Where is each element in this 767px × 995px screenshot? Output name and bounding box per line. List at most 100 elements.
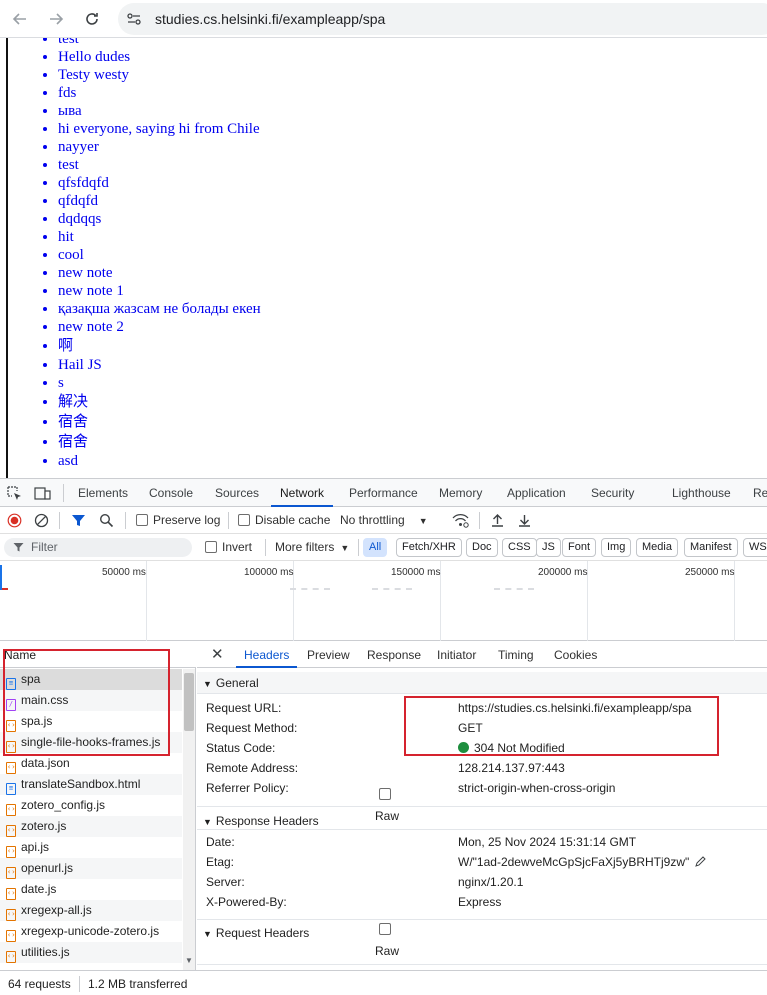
chip-fetch-xhr[interactable]: Fetch/XHR bbox=[396, 538, 462, 557]
request-row[interactable]: ‹› api.js bbox=[0, 837, 182, 858]
tab-lighthouse[interactable]: Lighthouse bbox=[672, 479, 731, 507]
address-bar[interactable]: studies.cs.helsinki.fi/exampleapp/spa bbox=[118, 3, 767, 35]
tab-memory[interactable]: Memory bbox=[439, 479, 482, 507]
request-name: zotero_config.js bbox=[21, 798, 106, 812]
chip-manifest[interactable]: Manifest bbox=[684, 538, 738, 557]
chip-img[interactable]: Img bbox=[601, 538, 632, 557]
close-icon[interactable]: ✕ bbox=[211, 645, 224, 663]
raw-response-checkbox[interactable] bbox=[379, 788, 391, 800]
js-file-icon: ‹› bbox=[6, 951, 16, 963]
js-file-icon: ‹› bbox=[6, 930, 16, 942]
header-value: nginx/1.20.1 bbox=[458, 875, 524, 889]
request-row[interactable]: ‹› zotero_config.js bbox=[0, 795, 182, 816]
divider bbox=[79, 976, 80, 992]
chip-media[interactable]: Media bbox=[636, 538, 678, 557]
section-general[interactable]: ▼ General bbox=[197, 672, 767, 694]
tab-cookies[interactable]: Cookies bbox=[554, 642, 597, 668]
chip-js[interactable]: JS bbox=[536, 538, 561, 557]
request-row[interactable]: ‹› data.json bbox=[0, 753, 182, 774]
request-row[interactable]: ≡ translateSandbox.html bbox=[0, 774, 182, 795]
header-key: Remote Address: bbox=[206, 761, 299, 775]
request-row[interactable]: ‹› date.js bbox=[0, 879, 182, 900]
more-filters-label: More filters bbox=[275, 540, 335, 554]
section-request-headers[interactable]: ▼ Request Headers bbox=[197, 922, 767, 950]
disable-cache-checkbox[interactable]: Disable cache bbox=[238, 512, 330, 529]
chip-css[interactable]: CSS bbox=[502, 538, 537, 557]
doc-file-icon: ≡ bbox=[6, 783, 16, 795]
preserve-log-checkbox[interactable]: Preserve log bbox=[136, 512, 220, 529]
arrow-right-icon bbox=[50, 13, 64, 25]
edit-pencil-icon[interactable] bbox=[695, 856, 706, 867]
chip-all[interactable]: All bbox=[363, 538, 388, 557]
back-button[interactable] bbox=[8, 7, 32, 31]
section-request-title: Request Headers bbox=[215, 926, 310, 940]
request-row[interactable]: ‹› single-file-hooks-frames.js bbox=[0, 732, 182, 753]
clear-icon[interactable] bbox=[34, 513, 49, 528]
note-item: test bbox=[58, 156, 767, 174]
scrollbar-thumb[interactable] bbox=[184, 673, 194, 731]
request-row[interactable]: ‹› utilities.js bbox=[0, 942, 182, 963]
request-name: xregexp-unicode-zotero.js bbox=[21, 924, 160, 938]
chip-doc[interactable]: Doc bbox=[466, 538, 498, 557]
js-file-icon: ‹› bbox=[6, 846, 16, 858]
timeline-request-bar bbox=[0, 565, 2, 590]
site-settings-icon[interactable] bbox=[126, 11, 142, 27]
import-har-icon[interactable] bbox=[490, 513, 505, 528]
timeline-gap bbox=[372, 588, 412, 590]
network-overview-timeline[interactable]: 50000 ms 100000 ms 150000 ms 200000 ms 2… bbox=[0, 561, 767, 641]
tab-recorder[interactable]: Re bbox=[753, 479, 767, 507]
etag-value: W/"1ad-2dewveMcGpSjcFaXj5yBRHTj9zw" bbox=[458, 855, 690, 869]
divider bbox=[59, 512, 60, 529]
search-icon[interactable] bbox=[99, 513, 114, 528]
tab-console[interactable]: Console bbox=[149, 479, 193, 507]
tab-timing[interactable]: Timing bbox=[498, 642, 534, 668]
tab-headers[interactable]: Headers bbox=[236, 642, 298, 668]
note-item: қазақша жазсам не болады екен bbox=[58, 300, 767, 318]
note-item: dqdqqs bbox=[58, 210, 767, 228]
tab-security[interactable]: Security bbox=[591, 479, 634, 507]
request-rows: ≡ spa / main.css ‹› spa.js ‹› single-file-hooks… bbox=[0, 669, 182, 963]
request-row[interactable]: ‹› spa.js bbox=[0, 711, 182, 732]
timeline-label: 150000 ms bbox=[391, 567, 441, 578]
tab-response[interactable]: Response bbox=[367, 642, 421, 668]
request-name: utilities.js bbox=[21, 945, 70, 959]
filter-input[interactable]: Filter bbox=[4, 538, 192, 557]
column-header-name[interactable]: Name bbox=[0, 642, 196, 668]
request-details: ✕ Headers Preview Response Initiator Tim… bbox=[197, 642, 767, 970]
more-filters-dropdown[interactable]: More filters ▼ bbox=[275, 539, 349, 556]
tab-initiator[interactable]: Initiator bbox=[437, 642, 476, 668]
notes-list: testHello dudesTesty westyfdsываhi every… bbox=[8, 38, 767, 470]
throttling-select[interactable]: No throttling ▼ bbox=[340, 512, 428, 529]
tab-preview[interactable]: Preview bbox=[307, 642, 350, 668]
request-list-scrollbar[interactable]: ▼ bbox=[183, 669, 195, 970]
device-toolbar-icon[interactable] bbox=[34, 486, 51, 501]
record-icon[interactable] bbox=[7, 513, 22, 528]
tab-network[interactable]: Network bbox=[271, 479, 334, 507]
note-item: 解决 bbox=[58, 392, 767, 412]
request-row[interactable]: ‹› xregexp-all.js bbox=[0, 900, 182, 921]
details-tabbar: ✕ Headers Preview Response Initiator Tim… bbox=[197, 642, 767, 668]
request-row[interactable]: ‹› xregexp-unicode-zotero.js bbox=[0, 921, 182, 942]
network-conditions-icon[interactable] bbox=[452, 513, 469, 528]
request-row[interactable]: ‹› openurl.js bbox=[0, 858, 182, 879]
forward-button[interactable] bbox=[44, 7, 68, 31]
scroll-down-icon[interactable]: ▼ bbox=[185, 956, 193, 965]
tab-performance[interactable]: Performance bbox=[349, 479, 418, 507]
export-har-icon[interactable] bbox=[517, 513, 532, 528]
chip-font[interactable]: Font bbox=[562, 538, 597, 557]
chip-ws[interactable]: WS bbox=[743, 538, 767, 557]
devtools-panel: Elements Console Sources Network Perform… bbox=[0, 478, 767, 995]
request-count: 64 requests bbox=[8, 977, 71, 991]
raw-request-checkbox[interactable] bbox=[379, 923, 391, 935]
request-row[interactable]: / main.css bbox=[0, 690, 182, 711]
filter-icon[interactable] bbox=[71, 513, 86, 528]
inspect-element-icon[interactable] bbox=[7, 486, 22, 501]
status-ok-dot-icon bbox=[458, 742, 469, 753]
reload-button[interactable] bbox=[80, 7, 104, 31]
invert-checkbox[interactable]: Invert bbox=[205, 539, 252, 556]
tab-application[interactable]: Application bbox=[507, 479, 566, 507]
tab-elements[interactable]: Elements bbox=[78, 479, 128, 507]
tab-sources[interactable]: Sources bbox=[215, 479, 259, 507]
request-row[interactable]: ‹› zotero.js bbox=[0, 816, 182, 837]
request-row[interactable]: ≡ spa bbox=[0, 669, 182, 690]
